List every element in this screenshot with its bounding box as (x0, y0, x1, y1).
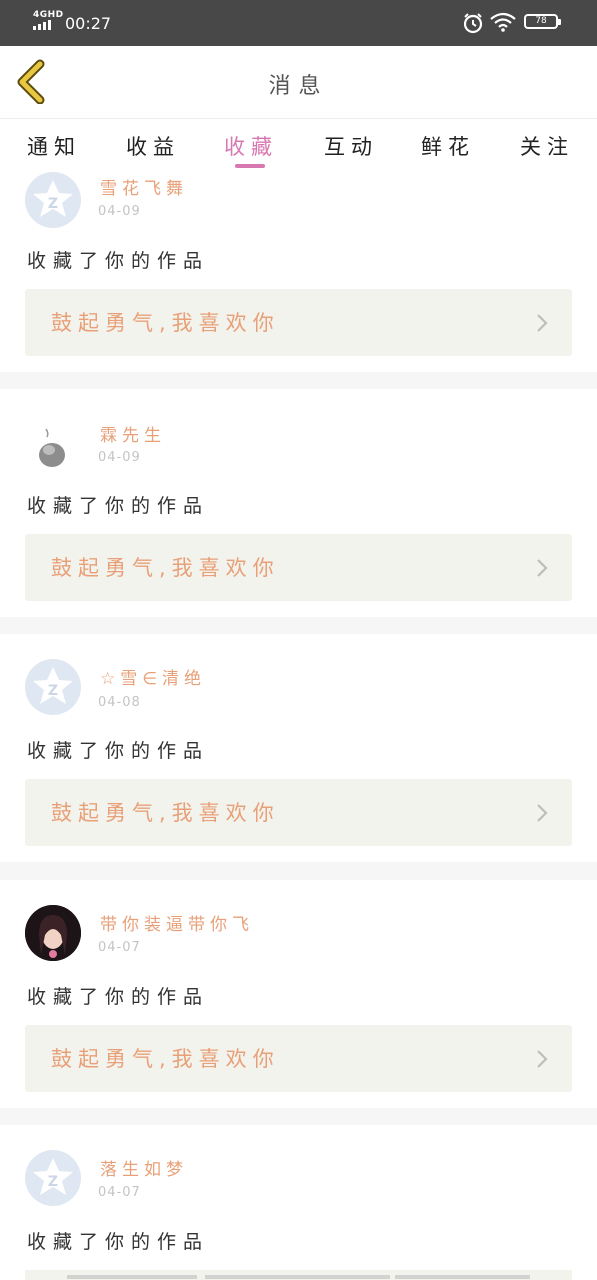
username[interactable]: 霖先生 (100, 421, 166, 446)
chevron-right-icon (537, 314, 548, 332)
svg-text:Z: Z (48, 683, 58, 699)
timestamp: 04-07 (98, 940, 141, 955)
wifi-icon (489, 12, 517, 36)
svg-text:Z: Z (48, 196, 58, 212)
avatar[interactable]: Z (25, 1150, 81, 1206)
tab-notifications[interactable]: 通知 (27, 131, 81, 161)
action-text: 收藏了你的作品 (27, 250, 210, 272)
username[interactable]: 落生如梦 (100, 1155, 188, 1180)
timestamp: 04-07 (98, 1185, 141, 1200)
work-link[interactable]: 鼓起勇气,我喜欢你 (25, 534, 572, 601)
default-avatar-icon: Z (33, 1158, 73, 1195)
timestamp: 04-08 (98, 695, 141, 710)
tab-earnings[interactable]: 收益 (126, 131, 180, 161)
chevron-right-icon (537, 1050, 548, 1068)
action-text: 收藏了你的作品 (27, 986, 210, 1008)
user-photo-icon (25, 905, 81, 961)
action-text: 收藏了你的作品 (27, 740, 210, 762)
username[interactable]: 雪花飞舞 (100, 174, 188, 199)
page-title: 消息 (268, 74, 329, 99)
username[interactable]: 带你装逼带你飞 (100, 910, 254, 935)
signal-icon (33, 20, 51, 30)
work-title: 鼓起勇气,我喜欢你 (51, 1047, 280, 1071)
work-link[interactable]: 鼓起勇气,我喜欢你 (25, 289, 572, 356)
default-avatar-icon: Z (33, 667, 73, 704)
action-text: 收藏了你的作品 (27, 1231, 210, 1253)
avatar[interactable]: Z (25, 659, 81, 715)
tab-following[interactable]: 关注 (520, 131, 574, 161)
tab-bar: 通知 收益 收藏 互动 鲜花 关注 (0, 119, 597, 171)
partial-work-preview (25, 1270, 572, 1280)
avatar[interactable] (25, 417, 81, 473)
list-item: Z 雪花飞舞 04-09 收藏了你的作品 鼓起勇气,我喜欢你 (0, 171, 597, 372)
active-tab-indicator (235, 164, 265, 168)
tab-flowers[interactable]: 鲜花 (421, 131, 475, 161)
work-title: 鼓起勇气,我喜欢你 (51, 556, 280, 580)
tab-favorites[interactable]: 收藏 (224, 131, 278, 161)
username[interactable]: ☆雪∈清绝 (100, 664, 206, 689)
work-title: 鼓起勇气,我喜欢你 (51, 801, 280, 825)
work-title: 鼓起勇气,我喜欢你 (51, 311, 280, 335)
list-item: 带你装逼带你飞 04-07 收藏了你的作品 鼓起勇气,我喜欢你 (0, 880, 597, 1108)
svg-text:Z: Z (48, 1174, 58, 1190)
chevron-right-icon (537, 804, 548, 822)
avatar[interactable]: Z (25, 172, 81, 228)
tab-interactions[interactable]: 互动 (324, 131, 378, 161)
avatar[interactable] (25, 905, 81, 961)
network-indicator: 4GHD (33, 10, 64, 20)
status-bar: 4GHD 00:27 78 (0, 0, 597, 46)
notification-list[interactable]: Z 雪花飞舞 04-09 收藏了你的作品 鼓起勇气,我喜欢你 霖先生 04-09… (0, 171, 597, 1280)
user-photo-icon (39, 428, 65, 467)
timestamp: 04-09 (98, 450, 141, 465)
work-link[interactable]: 鼓起勇气,我喜欢你 (25, 779, 572, 846)
list-item: Z ☆雪∈清绝 04-08 收藏了你的作品 鼓起勇气,我喜欢你 (0, 634, 597, 862)
list-item: Z 落生如梦 04-07 收藏了你的作品 (0, 1125, 597, 1280)
list-item: 霖先生 04-09 收藏了你的作品 鼓起勇气,我喜欢你 (0, 389, 597, 617)
action-text: 收藏了你的作品 (27, 495, 210, 517)
clock: 00:27 (65, 14, 112, 33)
alarm-icon (462, 12, 484, 38)
default-avatar-icon: Z (33, 180, 73, 217)
battery-indicator: 78 (524, 14, 561, 29)
chevron-right-icon (537, 559, 548, 577)
title-bar: 消息 (0, 46, 597, 119)
work-link[interactable]: 鼓起勇气,我喜欢你 (25, 1025, 572, 1092)
timestamp: 04-09 (98, 204, 141, 219)
